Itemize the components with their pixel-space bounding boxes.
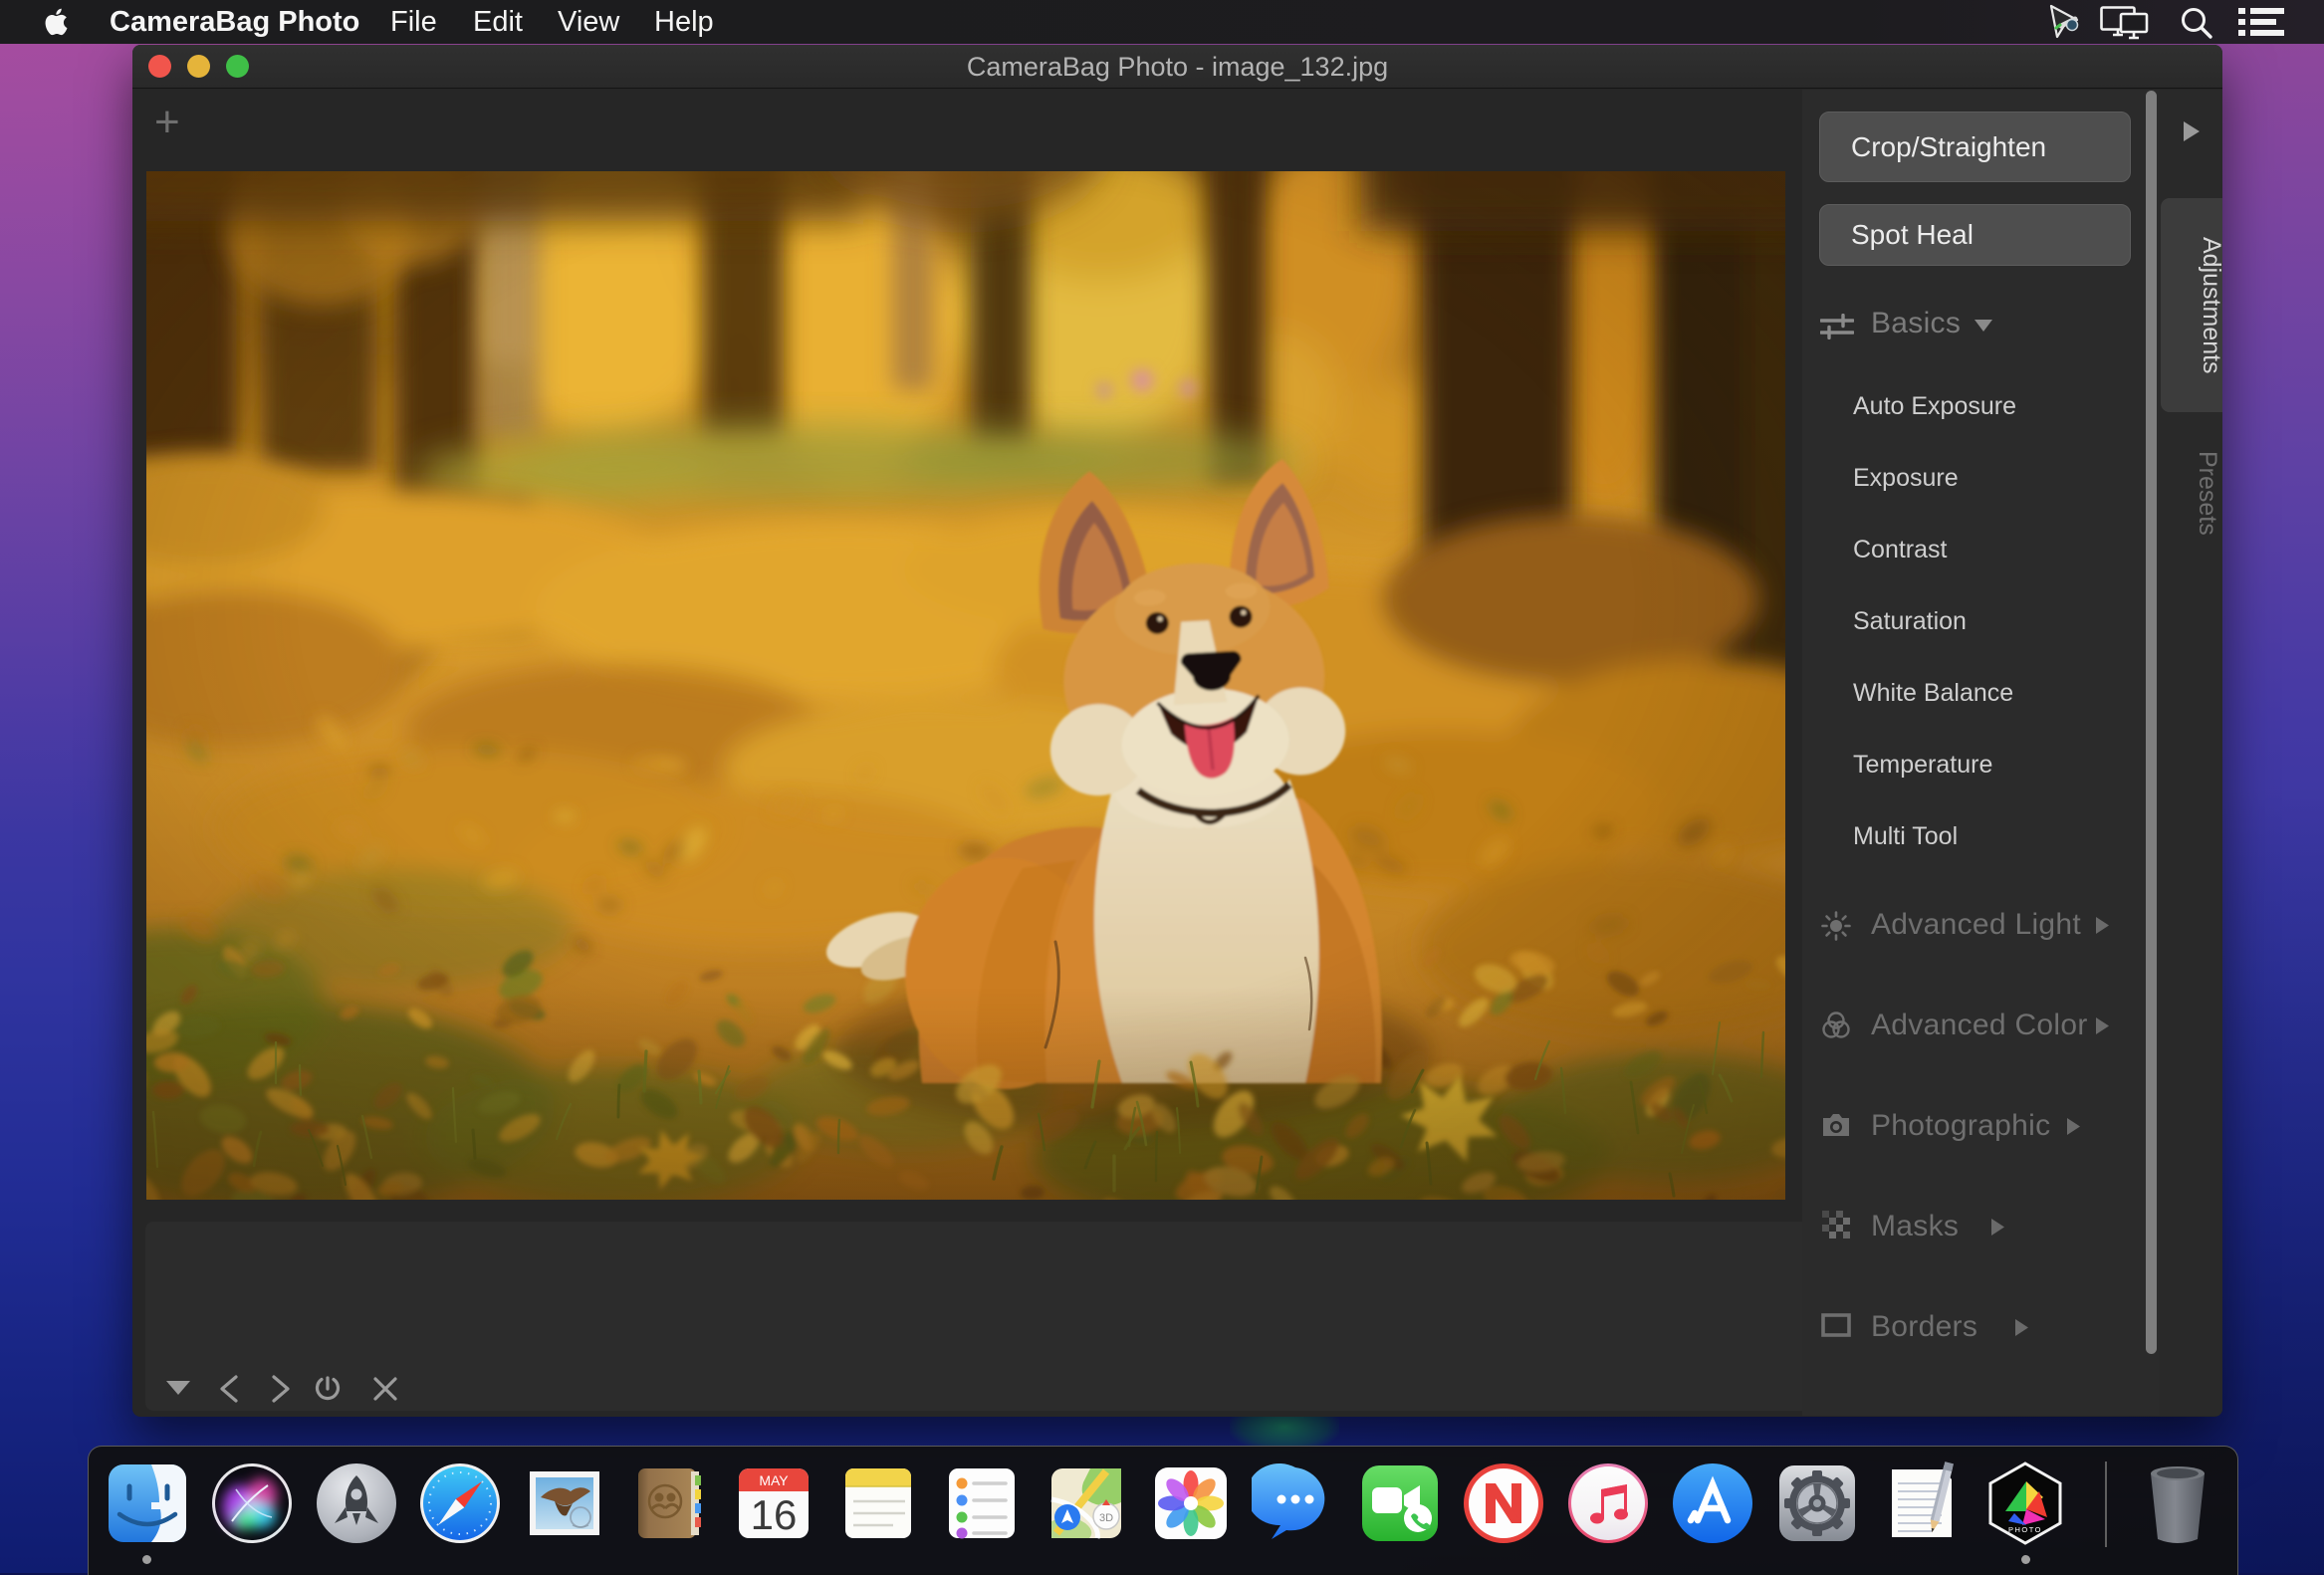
svg-text:16: 16 [751, 1491, 798, 1538]
svg-text:3D: 3D [1099, 1512, 1113, 1524]
svg-text:PHOTO: PHOTO [2008, 1525, 2042, 1534]
svg-text:MAY: MAY [759, 1472, 789, 1488]
